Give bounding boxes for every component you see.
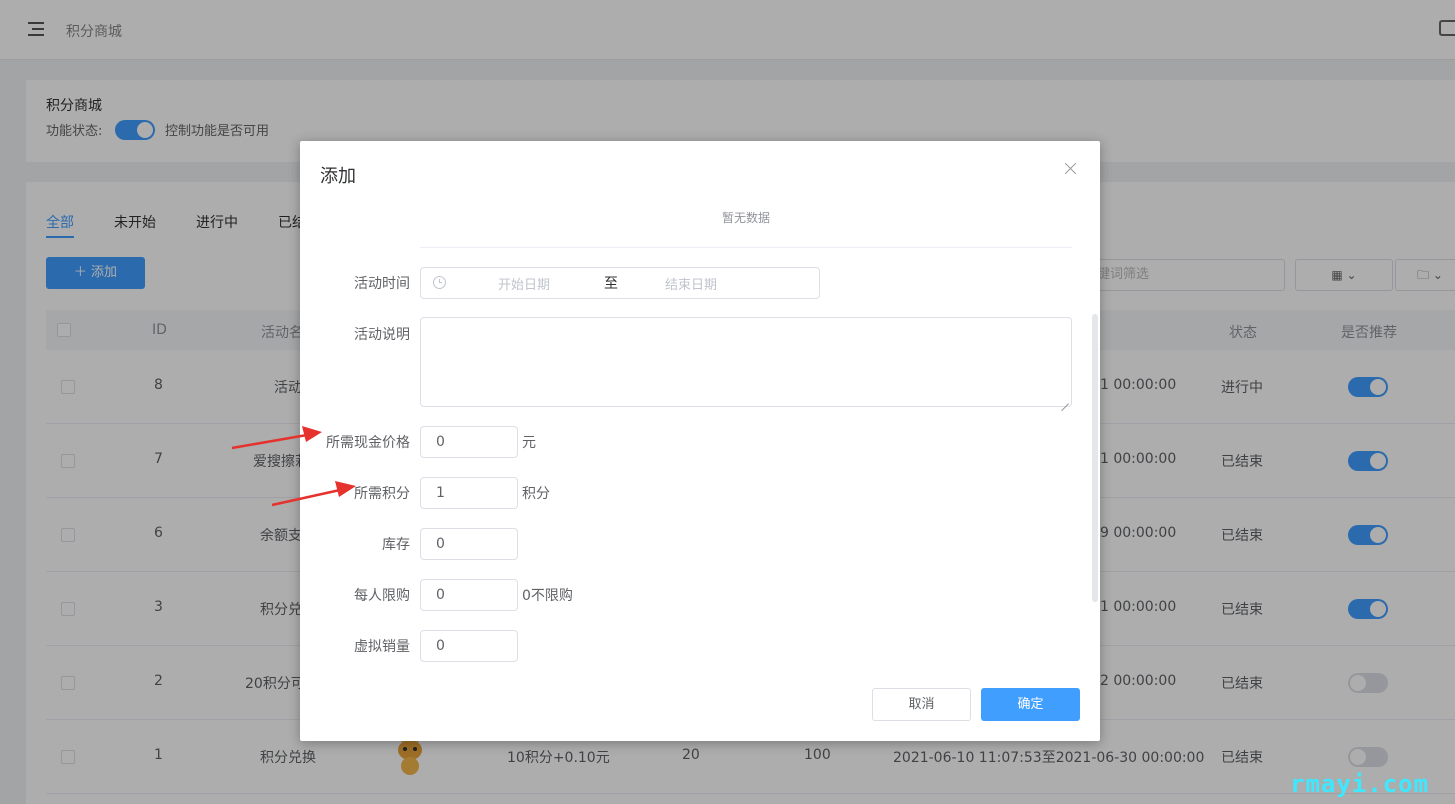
watermark: rmayi.com <box>1290 770 1430 798</box>
annotation-arrows <box>231 426 356 507</box>
arrow-to-points <box>271 481 356 507</box>
arrow-to-price <box>231 426 322 450</box>
